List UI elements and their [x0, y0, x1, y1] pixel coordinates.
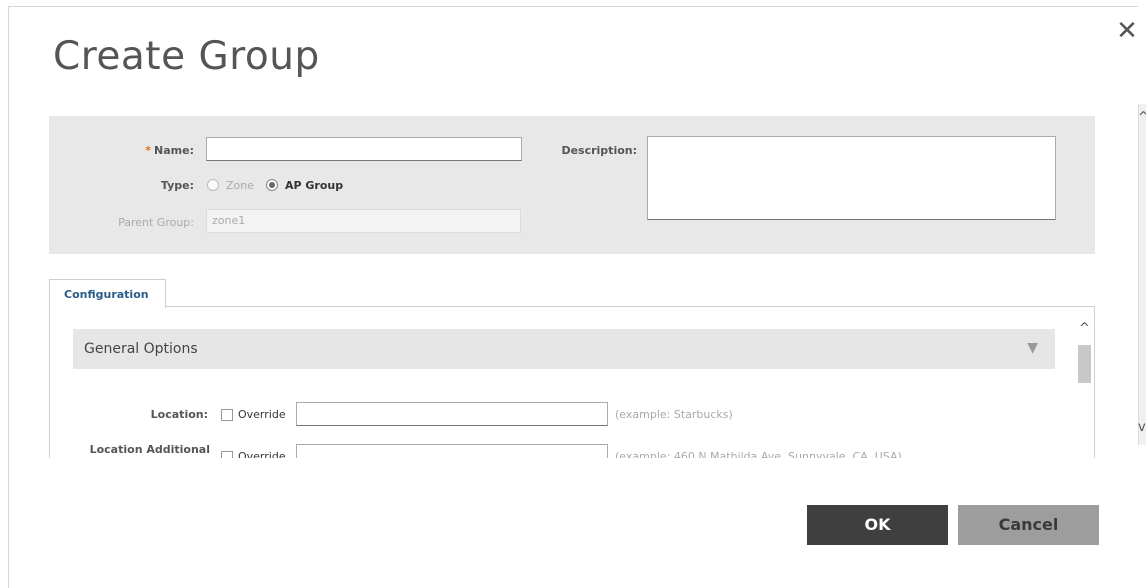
collapse-arrow-icon: ▼	[1027, 340, 1038, 356]
required-marker: *	[145, 144, 152, 157]
parent-group-label: Parent Group:	[118, 216, 194, 229]
location-override-label: Override	[238, 408, 286, 421]
tab-configuration[interactable]: Configuration	[49, 279, 166, 308]
general-options-title: General Options	[84, 341, 198, 357]
location-label: Location:	[150, 408, 208, 421]
outer-scrollbar[interactable]	[1138, 104, 1146, 445]
description-textarea[interactable]	[647, 136, 1056, 220]
location-additional-label: Location Additional	[89, 443, 210, 456]
location-hint: (example: Starbucks)	[615, 408, 733, 421]
type-zone-radio[interactable]	[207, 179, 219, 191]
location-override-checkbox[interactable]	[221, 409, 233, 421]
cancel-button[interactable]: Cancel	[958, 505, 1099, 545]
description-label: Description:	[561, 144, 637, 157]
inner-scroll-up-icon[interactable]: ^	[1079, 321, 1090, 336]
location-additional-override-checkbox[interactable]	[221, 451, 233, 458]
name-label: * Name:	[145, 144, 194, 157]
configuration-panel: General Options ▼ Location: Override (ex…	[49, 306, 1095, 458]
group-details-panel: * Name: Type: Zone AP Group Parent Group:…	[49, 116, 1095, 254]
general-options-header[interactable]: General Options ▼	[73, 329, 1055, 369]
location-additional-input[interactable]	[296, 444, 608, 458]
close-icon[interactable]: ✕	[1114, 18, 1140, 44]
create-group-dialog	[8, 6, 1138, 588]
type-label: Type:	[160, 179, 194, 192]
type-zone-label: Zone	[226, 179, 255, 192]
type-ap-group-radio[interactable]	[266, 179, 278, 191]
dialog-title: Create Group	[53, 34, 320, 79]
type-ap-group-label: AP Group	[285, 179, 344, 192]
location-input[interactable]	[296, 402, 608, 426]
outer-scroll-down-icon[interactable]: v	[1138, 420, 1146, 435]
inner-scrollbar-thumb[interactable]	[1078, 345, 1091, 383]
ok-button[interactable]: OK	[807, 505, 948, 545]
name-input[interactable]	[206, 137, 522, 161]
inner-scrollbar[interactable]	[1076, 323, 1092, 458]
outer-scroll-up-icon[interactable]: ^	[1138, 110, 1146, 125]
parent-group-field: zone1	[206, 209, 521, 233]
location-additional-override-label: Override	[238, 450, 286, 458]
location-additional-hint: (example: 460 N Mathilda Ave, Sunnyvale,…	[615, 450, 902, 458]
